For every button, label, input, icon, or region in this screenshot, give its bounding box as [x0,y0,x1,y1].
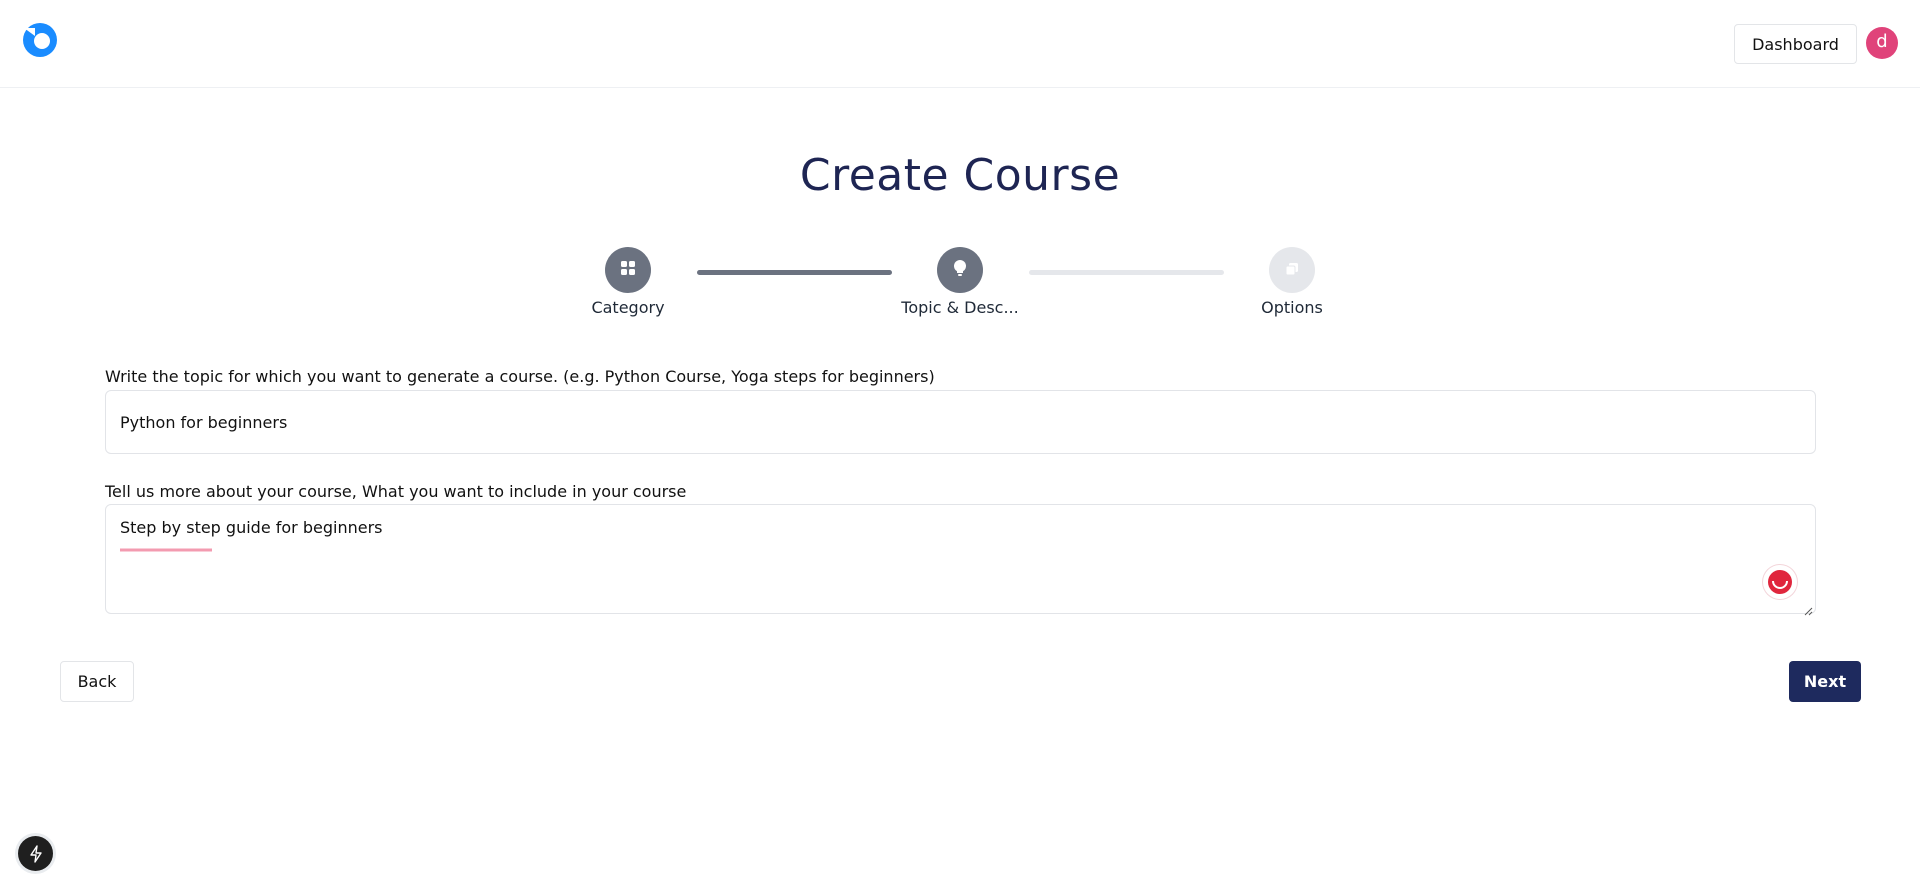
back-button[interactable]: Back [60,661,134,702]
step-options-label: Options [1261,298,1323,317]
top-header: Dashboard d [0,0,1920,88]
grammar-assistant-icon[interactable] [1763,565,1797,599]
page-title: Create Course [799,150,1121,201]
avatar[interactable]: d [1866,27,1898,59]
step-options[interactable]: Options [1242,247,1342,317]
dashboard-button[interactable]: Dashboard [1734,24,1857,64]
step-topic-circle [937,247,983,293]
grid-icon [620,260,636,280]
step-topic-label: Topic & Desc... [901,298,1019,317]
step-category-label: Category [591,298,665,317]
step-options-circle [1269,247,1315,293]
description-text: Step by step guide for beginners [120,518,383,537]
lightbulb-icon [953,259,967,281]
resize-handle-icon[interactable] [1803,601,1813,616]
topic-input[interactable] [105,390,1816,454]
step-category[interactable]: Category [578,247,678,317]
description-textarea[interactable]: Step by step guide for beginners [105,504,1816,616]
next-button[interactable]: Next [1789,661,1861,702]
spellcheck-underline [118,537,214,552]
topic-label: Write the topic for which you want to ge… [105,367,935,386]
clipboard-icon [1285,261,1299,280]
step-topic[interactable]: Topic & Desc... [895,247,1025,317]
brand-logo-icon[interactable] [22,22,58,58]
step-category-circle [605,247,651,293]
lightning-bolt-icon[interactable] [18,836,53,871]
stepper-connector-completed [697,270,892,275]
description-label: Tell us more about your course, What you… [105,482,687,501]
stepper-connector-pending [1029,270,1224,275]
